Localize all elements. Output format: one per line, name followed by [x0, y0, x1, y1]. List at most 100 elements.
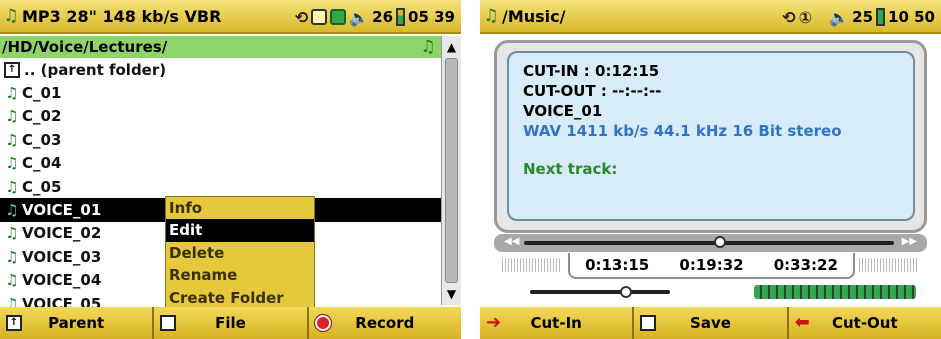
music-file-icon: ♫ — [5, 154, 19, 173]
track-info: MP3 28" 148 kb/s VBR — [22, 6, 222, 26]
menu-item-edit[interactable]: Edit — [166, 219, 314, 242]
record-label: Record — [355, 314, 415, 332]
cut-out-label: Cut-Out — [831, 314, 898, 332]
file-name: .. (parent folder) — [24, 60, 167, 79]
volume-level: 26 — [372, 8, 394, 26]
folder-icon — [311, 9, 328, 25]
music-file-icon: ♫ — [5, 84, 19, 103]
record-icon — [314, 315, 331, 331]
clock: 10 50 — [888, 8, 935, 26]
music-file-icon: ♫ — [5, 177, 19, 196]
parent-folder-item[interactable]: ↑ .. (parent folder) — [0, 58, 441, 81]
info-panel-content: CUT-IN : 0:12:15 CUT-OUT : --:--:-- VOIC… — [507, 51, 915, 221]
parent-button[interactable]: ↑ Parent — [0, 307, 153, 339]
list-item[interactable]: ♫ C_04 — [0, 152, 441, 175]
editor-screen: ♫ /Music/ ⟲ ① 🔈 25 10 50 CUT-IN : 0:12:1… — [480, 0, 941, 339]
music-note-icon: ♫ — [420, 37, 436, 57]
seek-knob[interactable] — [714, 236, 726, 248]
scroll-thumb[interactable] — [445, 58, 458, 283]
speaker-icon: 🔈 — [349, 7, 370, 27]
cut-out-value: CUT-OUT : --:--:-- — [523, 82, 662, 100]
music-file-icon: ♫ — [5, 130, 19, 149]
texture-left — [502, 258, 562, 272]
file-title: VOICE_01 — [523, 102, 603, 120]
music-note-icon: ♫ — [3, 6, 19, 26]
list-item[interactable]: ♫ C_01 — [0, 81, 441, 104]
volume-level: 25 — [852, 8, 874, 26]
file-name: C_04 — [22, 154, 62, 173]
fast-forward-icon: ▶▶ — [901, 236, 917, 247]
battery-icon — [396, 8, 406, 26]
cut-out-button[interactable]: ⬅ Cut-Out — [788, 307, 941, 339]
parent-folder-icon: ↑ — [4, 61, 20, 78]
file-name: VOICE_04 — [22, 271, 102, 290]
list-item[interactable]: ♫ C_03 — [0, 128, 441, 151]
file-name: C_01 — [22, 84, 62, 103]
total-time: 0:33:22 — [773, 256, 838, 274]
breadcrumb: /HD/Voice/Lectures/ ♫ — [0, 36, 441, 58]
file-name: C_03 — [22, 130, 62, 149]
clock: 05 39 — [408, 8, 455, 26]
status-icons: ⟲ ① 🔈 25 10 50 — [782, 0, 935, 34]
file-name: VOICE_01 — [22, 201, 102, 220]
music-note-icon: ♫ — [483, 6, 499, 26]
seek-bar[interactable]: ◀◀ ▶▶ — [494, 234, 927, 252]
arrow-left-icon: ⬅ — [794, 312, 810, 333]
scrollbar[interactable]: ▲ ▼ — [441, 36, 461, 305]
file-name: C_02 — [22, 107, 62, 126]
repeat-one-icon: ① — [798, 7, 813, 27]
battery-icon — [876, 8, 886, 26]
folder-path: /Music/ — [502, 6, 566, 26]
menu-item-rename[interactable]: Rename — [166, 264, 314, 286]
current-path: /HD/Voice/Lectures/ — [2, 38, 168, 56]
speaker-icon: 🔈 — [829, 7, 850, 27]
cut-in-value: CUT-IN : 0:12:15 — [523, 62, 660, 80]
context-menu: Info Edit Delete Rename Create Folder — [165, 196, 315, 310]
repeat-icon: ⟲ — [294, 7, 309, 27]
cut-in-label: Cut-In — [530, 314, 582, 332]
music-file-icon: ♫ — [5, 247, 19, 266]
music-file-icon: ♫ — [5, 271, 19, 290]
info-panel: CUT-IN : 0:12:15 CUT-OUT : --:--:-- VOIC… — [494, 40, 927, 233]
menu-item-delete[interactable]: Delete — [166, 242, 314, 264]
seek-track — [524, 241, 894, 245]
list-item[interactable]: ♫ C_02 — [0, 105, 441, 128]
status-bar: ♫ /Music/ ⟲ ① 🔈 25 10 50 — [480, 0, 941, 34]
scroll-down-icon[interactable]: ▼ — [442, 285, 461, 303]
format-info: WAV 1411 kb/s 44.1 kHz 16 Bit stereo — [523, 122, 842, 140]
softkey-bar: ➜ Cut-In Save ⬅ Cut-Out — [480, 307, 941, 339]
file-name: VOICE_02 — [22, 224, 102, 243]
save-button[interactable]: Save — [634, 307, 787, 339]
repeat-icon: ⟲ — [782, 7, 796, 27]
file-name: C_05 — [22, 177, 62, 196]
next-track-label: Next track: — [523, 160, 618, 178]
list-item[interactable]: ♫ C_05 — [0, 175, 441, 198]
texture-right — [859, 258, 919, 272]
arrow-right-icon: ➜ — [486, 312, 502, 333]
file-browser-screen: ♫ MP3 28" 148 kb/s VBR ⟲ 🔈 26 05 39 /HD/… — [0, 0, 461, 339]
volume-slider[interactable] — [500, 286, 680, 298]
elapsed-time: 0:13:15 — [585, 256, 650, 274]
time-display: 0:13:15 0:19:32 0:33:22 — [568, 253, 855, 279]
menu-item-info[interactable]: Info — [166, 197, 314, 219]
file-icon — [160, 315, 177, 331]
file-name: VOICE_03 — [22, 247, 102, 266]
cut-in-button[interactable]: ➜ Cut-In — [480, 307, 633, 339]
status-bar: ♫ MP3 28" 148 kb/s VBR ⟲ 🔈 26 05 39 — [0, 0, 461, 34]
parent-folder-icon: ↑ — [6, 315, 22, 331]
volume-track — [530, 290, 670, 294]
volume-knob[interactable] — [620, 286, 632, 298]
save-label: Save — [690, 314, 731, 332]
music-file-icon: ♫ — [5, 224, 19, 243]
record-button[interactable]: Record — [308, 307, 461, 339]
menu-item-create-folder[interactable]: Create Folder — [166, 287, 314, 309]
status-icons: ⟲ 🔈 26 05 39 — [295, 0, 455, 34]
file-label: File — [215, 314, 246, 332]
scroll-up-icon[interactable]: ▲ — [442, 38, 461, 56]
screen-icon — [330, 9, 347, 25]
file-button[interactable]: File — [154, 307, 307, 339]
parent-label: Parent — [48, 314, 105, 332]
remaining-time: 0:19:32 — [679, 256, 744, 274]
save-icon — [640, 315, 657, 331]
softkey-bar: ↑ Parent File Record — [0, 307, 461, 339]
